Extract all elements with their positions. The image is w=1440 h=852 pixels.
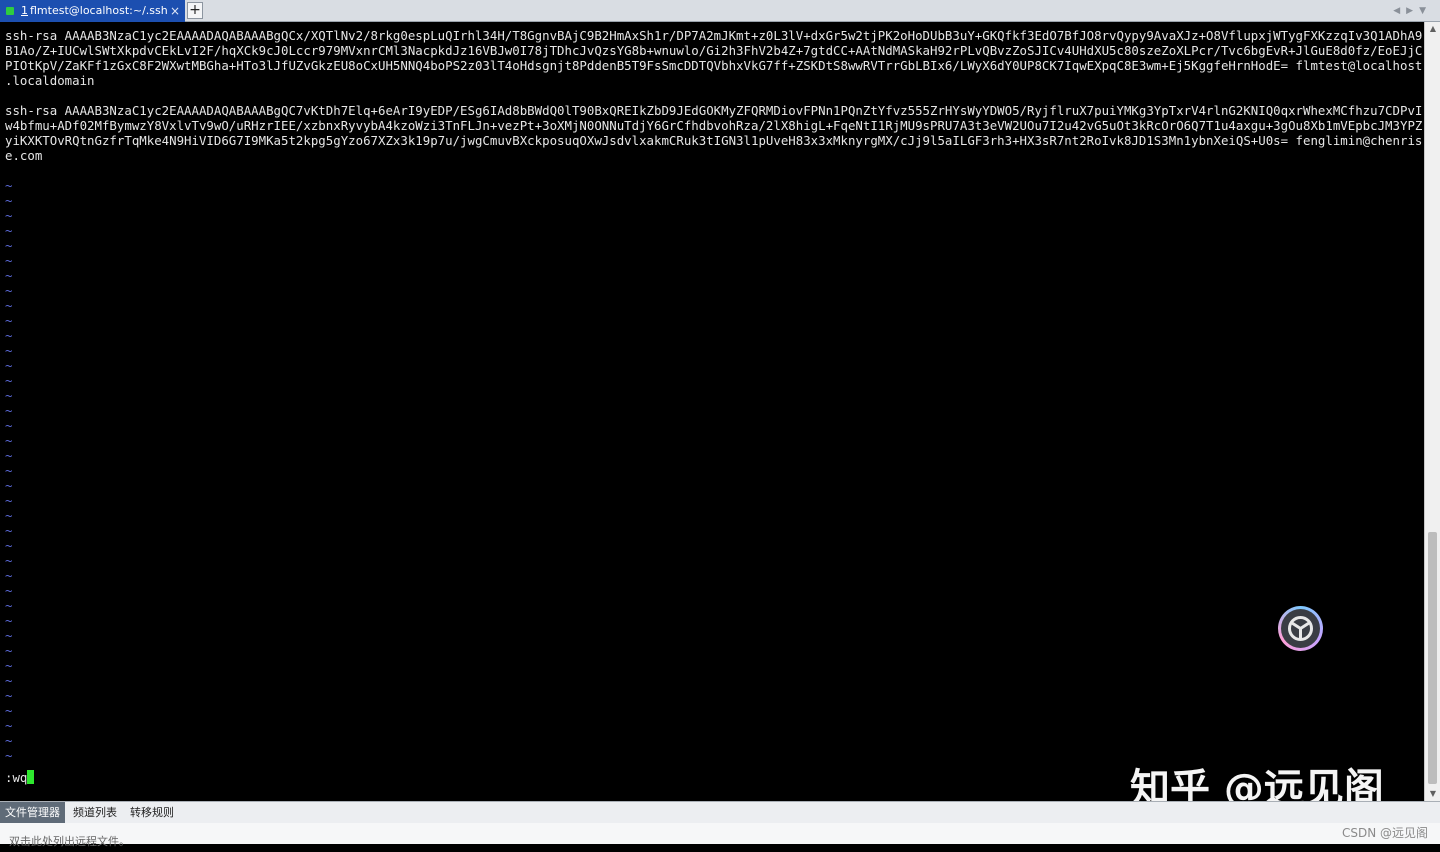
vim-empty-line-tilde: ~ [5,433,13,448]
tab-scroll-left-icon[interactable]: ◀ [1393,6,1406,16]
vim-empty-line-tilde: ~ [5,703,13,718]
terminal-content: ssh-rsa AAAAB3NzaC1yc2EAAAADAQABAAABgQCx… [5,28,1424,763]
vim-empty-line-tilde: ~ [5,688,13,703]
tab-transfer-rules[interactable]: 转移规则 [125,802,179,823]
terminal-scrollbar[interactable]: ▲ ▼ [1424,22,1440,801]
vim-empty-line-tilde: ~ [5,598,13,613]
vim-empty-line-tilde: ~ [5,538,13,553]
credit-watermark: CSDN @远见阁 [1341,826,1428,840]
vim-empty-line-tilde: ~ [5,328,13,343]
terminal-line: ssh-rsa AAAAB3NzaC1yc2EAAAADAQABAAABgQCx… [5,28,1423,43]
vim-empty-line-tilde: ~ [5,673,13,688]
text-cursor [27,770,35,784]
vim-empty-line-tilde: ~ [5,283,13,298]
vim-empty-line-tilde: ~ [5,193,13,208]
tab-nav-arrows: ◀▶▼ [1393,0,1432,22]
branch-logo-icon [1281,609,1320,648]
vim-empty-line-tilde: ~ [5,388,13,403]
vim-empty-line-tilde: ~ [5,313,13,328]
vim-empty-line-tilde: ~ [5,553,13,568]
vim-empty-line-tilde: ~ [5,613,13,628]
vim-empty-line-tilde: ~ [5,628,13,643]
tab-title: flmtest@localhost:~/.ssh [30,4,168,17]
vim-empty-line-tilde: ~ [5,418,13,433]
vim-empty-line-tilde: ~ [5,268,13,283]
scrollbar-thumb[interactable] [1428,532,1437,784]
tab-scroll-right-icon[interactable]: ▶ [1406,6,1419,16]
vim-empty-line-tilde: ~ [5,523,13,538]
vim-empty-line-tilde: ~ [5,493,13,508]
vim-empty-line-tilde: ~ [5,718,13,733]
terminal-line: yiKXKTOvRQtnGzfrTqMke4N9HiVID6G7I9MKa5t2… [5,133,1423,148]
vim-empty-line-tilde: ~ [5,463,13,478]
scroll-down-icon[interactable]: ▼ [1425,787,1440,801]
tab-bar: 1 flmtest@localhost:~/.ssh × + ◀▶▼ [0,0,1440,22]
vim-empty-line-tilde: ~ [5,568,13,583]
status-bar: 双击此处列出远程文件。 CSDN @远见阁 [0,823,1440,848]
new-tab-button[interactable]: + [187,2,203,19]
terminal-line: e.com [5,148,43,163]
vim-empty-line-tilde: ~ [5,403,13,418]
bottom-panel-tabs: 文件管理器 频道列表 转移规则 [0,801,1440,823]
terminal-screen[interactable]: ssh-rsa AAAAB3NzaC1yc2EAAAADAQABAAABgQCx… [0,22,1424,801]
vim-empty-line-tilde: ~ [5,358,13,373]
connection-status-icon [6,7,14,15]
vim-empty-line-tilde: ~ [5,208,13,223]
tab-number: 1 [21,4,28,17]
terminal-line: PIOtKpV/ZaKFf1zGxC8F2WXwtMBGha+HTo3lJfUZ… [5,58,1423,73]
vim-empty-line-tilde: ~ [5,658,13,673]
tab-menu-icon[interactable]: ▼ [1419,6,1432,16]
tab-channel-list[interactable]: 频道列表 [68,802,122,823]
terminal-line: B1Ao/Z+IUCwlSWtXkpdvCEkLvI2F/hqXCk9cJ0Lc… [5,43,1423,58]
terminal-line: ssh-rsa AAAAB3NzaC1yc2EAAAADAQABAAABgQC7… [5,103,1423,118]
vim-command: :wq [5,770,28,785]
scroll-up-icon[interactable]: ▲ [1425,22,1440,36]
vim-empty-line-tilde: ~ [5,448,13,463]
terminal-line: w4bfmu+ADf02MfBymwzY8VxlvTv9wO/uRHzrIEE/… [5,118,1423,133]
vim-empty-line-tilde: ~ [5,478,13,493]
vim-empty-line-tilde: ~ [5,373,13,388]
vim-empty-line-tilde: ~ [5,343,13,358]
vim-empty-line-tilde: ~ [5,223,13,238]
vim-empty-line-tilde: ~ [5,253,13,268]
vim-empty-line-tilde: ~ [5,643,13,658]
vim-empty-line-tilde: ~ [5,583,13,598]
close-tab-icon[interactable]: × [170,0,180,22]
vim-empty-line-tilde: ~ [5,178,13,193]
vim-empty-line-tilde: ~ [5,298,13,313]
vim-empty-line-tilde: ~ [5,733,13,748]
tab-file-manager[interactable]: 文件管理器 [0,802,65,823]
terminal-line: .localdomain [5,73,95,88]
session-tab[interactable]: 1 flmtest@localhost:~/.ssh × [0,0,185,22]
vim-command-line[interactable]: :wq [5,770,35,785]
floating-assistant-button[interactable] [1278,606,1323,651]
vim-empty-line-tilde: ~ [5,508,13,523]
file-list-hint[interactable]: 双击此处列出远程文件。 [9,831,130,852]
vim-empty-line-tilde: ~ [5,238,13,253]
